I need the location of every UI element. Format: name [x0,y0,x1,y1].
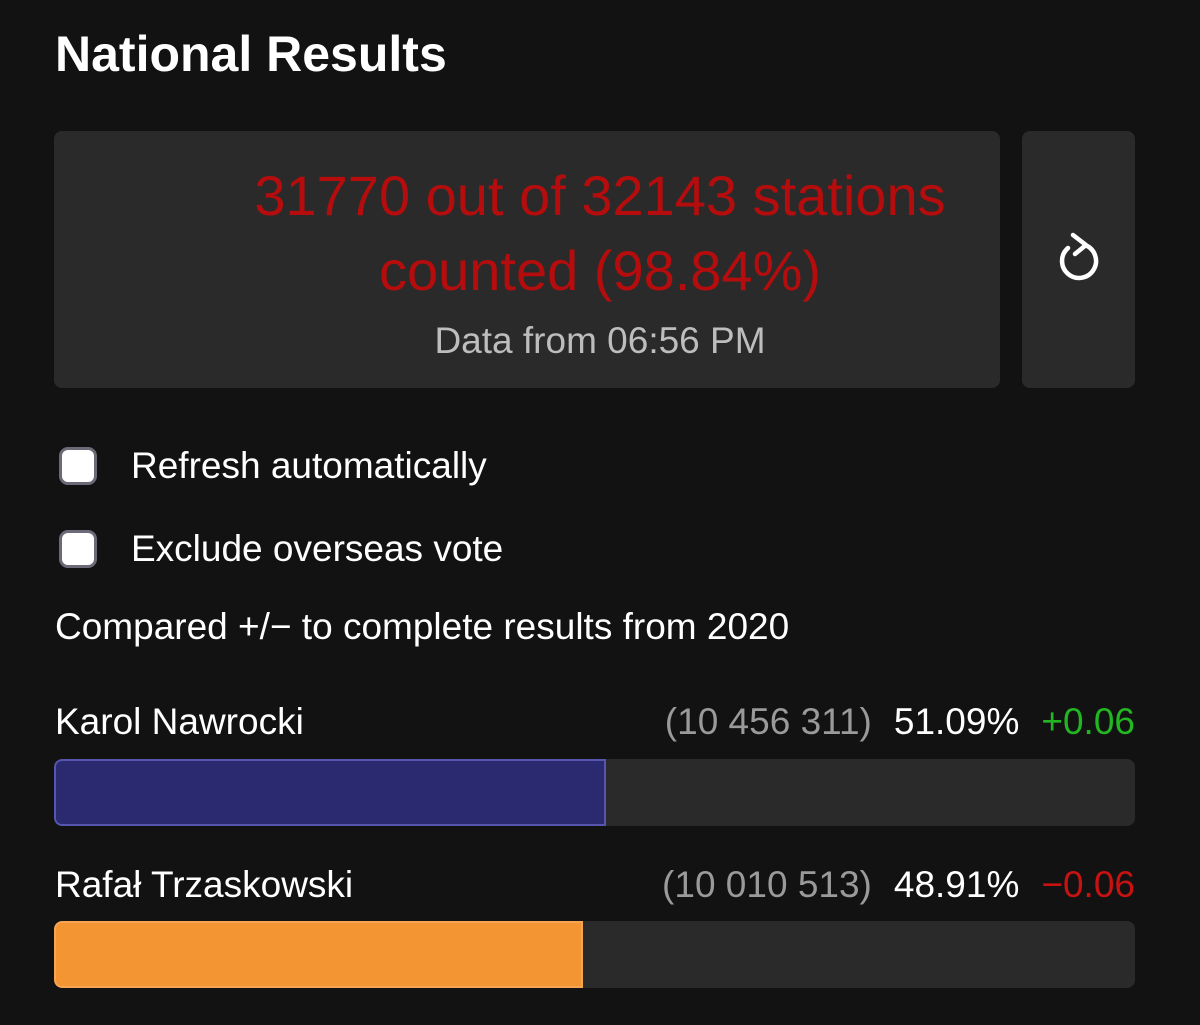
refresh-automatically-label: Refresh automatically [131,445,487,486]
refresh-automatically-option[interactable]: Refresh automatically [59,443,487,489]
exclude-overseas-option[interactable]: Exclude overseas vote [59,526,503,572]
candidate-row: Karol Nawrocki (10 456 311) 51.09% +0.06 [55,699,1135,745]
candidate-bar-fill [54,921,583,988]
candidate-bar-track [54,921,1135,988]
exclude-overseas-checkbox[interactable] [59,530,97,568]
candidate-votes: (10 010 513) [662,864,872,905]
candidate-name: Karol Nawrocki [55,701,304,742]
candidate-row: Rafał Trzaskowski (10 010 513) 48.91% −0.0… [55,862,1135,908]
candidate-stats: (10 456 311) 51.09% +0.06 [665,699,1135,745]
page-title: National Results [55,26,447,82]
candidate-votes: (10 456 311) [664,701,872,742]
stations-counted-text: 31770 out of 32143 stations counted (98.… [254,164,946,302]
refresh-icon [1056,231,1102,288]
candidate-diff: +0.06 [1041,701,1135,742]
candidate-name: Rafał Trzaskowski [55,864,354,905]
refresh-button[interactable] [1022,131,1135,388]
exclude-overseas-label: Exclude overseas vote [131,528,504,569]
comparison-note: Compared +/− to complete results from 20… [55,606,790,647]
data-timestamp: Data from 06:56 PM [434,320,766,361]
candidate-percent: 51.09% [893,701,1020,742]
candidate-diff: −0.06 [1041,864,1135,905]
candidate-stats: (10 010 513) 48.91% −0.06 [662,862,1135,908]
refresh-automatically-checkbox[interactable] [59,447,97,485]
candidate-percent: 48.91% [893,864,1020,905]
candidate-bar-track [54,759,1135,826]
candidate-bar-fill [54,759,607,826]
